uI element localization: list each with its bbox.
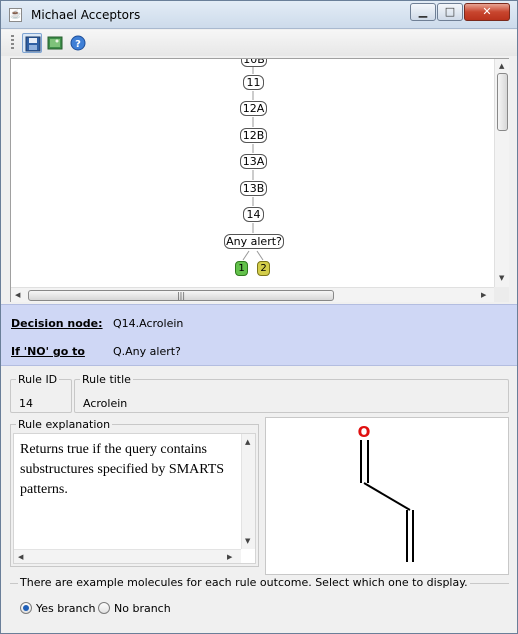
app-window: ☕ Michael Acceptors ▁ □ ✕ ? 10B 11 12A 1… <box>0 0 518 634</box>
tree-vertical-scroll-thumb[interactable] <box>497 73 508 131</box>
decision-node-label: Decision node: <box>11 317 103 330</box>
if-no-label: If 'NO' go to <box>11 345 85 358</box>
rule-title-group: Rule title Acrolein <box>74 374 509 413</box>
rule-id-label: Rule ID <box>16 373 60 386</box>
help-icon: ? <box>70 35 86 51</box>
example-molecules-prompt: There are example molecules for each rul… <box>18 576 470 589</box>
tree-node-12b[interactable]: 12B <box>240 128 267 143</box>
java-app-icon: ☕ <box>9 8 22 22</box>
minimize-button[interactable]: ▁ <box>410 3 436 21</box>
svg-text:?: ? <box>75 39 81 50</box>
help-button[interactable]: ? <box>68 33 88 53</box>
close-button[interactable]: ✕ <box>464 3 510 21</box>
rule-explanation-group: Rule explanation Returns true if the que… <box>10 419 259 567</box>
decision-tree-panel: 10B 11 12A 12B 13A 13B 14 Any alert? 1 2… <box>10 58 509 302</box>
tree-node-12a[interactable]: 12A <box>240 101 267 116</box>
scroll-right-icon[interactable]: ▶ <box>481 290 486 300</box>
scroll-corner <box>494 287 509 302</box>
scroll-down-icon[interactable]: ▼ <box>499 273 504 283</box>
rule-title-label: Rule title <box>80 373 133 386</box>
toolbar: ? <box>1 30 517 56</box>
scroll-down-icon[interactable]: ▼ <box>245 536 250 546</box>
tree-node-13b[interactable]: 13B <box>240 181 267 196</box>
yes-branch-label: Yes branch <box>36 602 96 615</box>
rule-id-value: 14 <box>19 397 33 410</box>
no-branch-label: No branch <box>114 602 171 615</box>
acrolein-structure: O <box>356 423 414 562</box>
tree-leaf-2[interactable]: 2 <box>257 261 270 276</box>
window-title: Michael Acceptors <box>31 8 141 22</box>
export-image-button[interactable] <box>45 33 65 53</box>
rule-title-value: Acrolein <box>83 397 128 410</box>
single-bond <box>363 482 411 511</box>
scroll-right-icon[interactable]: ▶ <box>227 552 232 562</box>
rule-explanation-text: Returns true if the query contains subst… <box>20 442 225 497</box>
rule-id-group: Rule ID 14 <box>10 374 72 413</box>
yes-branch-radio[interactable]: Yes branch <box>20 601 96 617</box>
radio-unselected-icon[interactable] <box>98 602 110 614</box>
tree-node-11[interactable]: 11 <box>243 75 264 90</box>
minimize-icon: ▁ <box>418 5 428 18</box>
example-molecule-panel: O <box>265 417 509 575</box>
rule-explanation-label: Rule explanation <box>16 418 113 431</box>
scroll-up-icon[interactable]: ▲ <box>245 437 250 447</box>
tree-node-any-alert[interactable]: Any alert? <box>224 234 284 249</box>
tree-node-10b[interactable]: 10B <box>241 59 267 67</box>
no-branch-radio[interactable]: No branch <box>98 601 171 617</box>
explanation-horizontal-scrollbar[interactable]: ◀ ▶ <box>14 549 241 563</box>
decision-tree-canvas[interactable]: 10B 11 12A 12B 13A 13B 14 Any alert? 1 2 <box>11 59 494 287</box>
tree-edges <box>242 67 264 261</box>
tree-node-14[interactable]: 14 <box>243 207 264 222</box>
tree-horizontal-scrollbar[interactable]: ◀ ||| ▶ <box>11 287 494 302</box>
explanation-vertical-scrollbar[interactable]: ▲ ▼ <box>241 434 255 549</box>
rule-explanation-textarea[interactable]: Returns true if the query contains subst… <box>13 433 256 564</box>
oxygen-atom-label: O <box>358 423 371 441</box>
if-no-value: Q.Any alert? <box>113 345 181 358</box>
tree-leaf-1[interactable]: 1 <box>235 261 248 276</box>
tree-horizontal-scroll-thumb[interactable]: ||| <box>28 290 334 301</box>
scroll-left-icon[interactable]: ◀ <box>15 290 20 300</box>
tree-node-13a[interactable]: 13A <box>240 154 267 169</box>
radio-selected-icon[interactable] <box>20 602 32 614</box>
toolbar-grip[interactable] <box>11 35 14 51</box>
decision-panel: Decision node: Q14.Acrolein If 'NO' go t… <box>1 304 517 366</box>
maximize-button[interactable]: □ <box>437 3 463 21</box>
maximize-icon: □ <box>444 5 456 18</box>
title-bar: ☕ Michael Acceptors ▁ □ ✕ <box>1 1 517 29</box>
save-button[interactable] <box>22 33 42 53</box>
scroll-up-icon[interactable]: ▲ <box>499 61 504 71</box>
example-molecules-group: There are example molecules for each rul… <box>10 576 509 625</box>
save-icon <box>25 36 41 52</box>
close-icon: ✕ <box>482 5 492 18</box>
scroll-left-icon[interactable]: ◀ <box>18 552 23 562</box>
tree-vertical-scrollbar[interactable]: ▲ ▼ <box>494 59 509 287</box>
decision-node-value: Q14.Acrolein <box>113 317 184 330</box>
image-icon <box>47 36 63 50</box>
